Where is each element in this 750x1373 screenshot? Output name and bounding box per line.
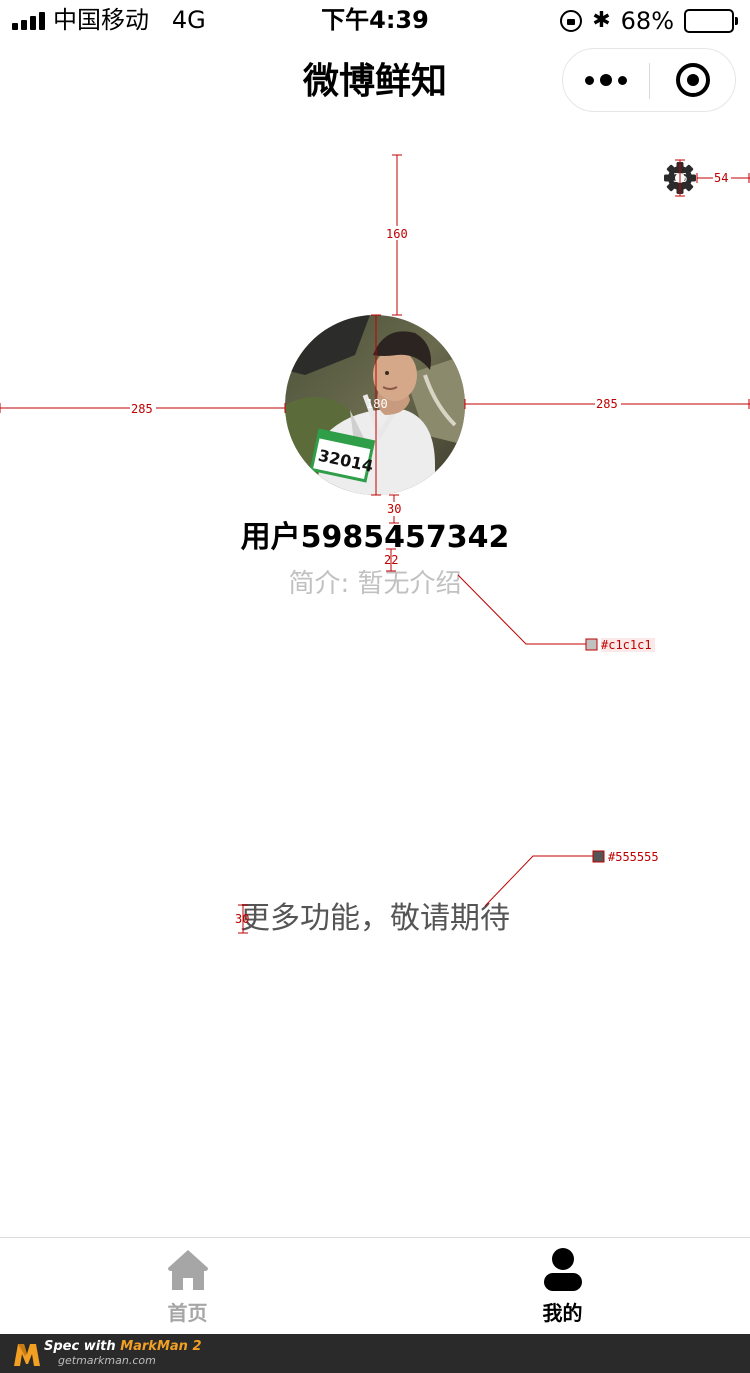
spec-label-160: 160	[386, 227, 408, 241]
spec-color-intro: #c1c1c1	[601, 638, 652, 652]
nav-bar: 微博鲜知	[0, 44, 750, 118]
status-right-group: ✱ 68%	[560, 6, 738, 36]
spec-label-30-gap: 30	[387, 502, 401, 516]
tab-mine[interactable]: 我的	[375, 1238, 750, 1335]
spec-label-285-left: 285	[131, 402, 153, 416]
markman-footer: Spec with MarkMan 2 getmarkman.com	[0, 1334, 750, 1373]
bluetooth-icon: ✱	[592, 8, 611, 33]
spec-color-more: #555555	[608, 850, 659, 864]
battery-icon	[684, 9, 738, 33]
rotation-lock-icon	[560, 10, 583, 32]
gear-icon[interactable]	[663, 161, 697, 195]
coming-soon-text: 更多功能，敬请期待	[240, 901, 510, 936]
spec-overlay: 160 180 285 285 30 22 36 54 #c1c1c1 #555…	[0, 154, 750, 934]
markman-logo	[14, 1344, 40, 1366]
spec-label-285-right: 285	[596, 397, 618, 411]
username: 用户5985457342	[240, 520, 510, 555]
user-icon	[543, 1248, 582, 1291]
footer-link[interactable]: getmarkman.com	[58, 1354, 156, 1368]
battery-percent: 68%	[620, 7, 674, 35]
close-miniprogram-icon[interactable]	[676, 63, 710, 97]
capsule-divider	[649, 63, 650, 99]
avatar[interactable]: 32014	[285, 315, 465, 495]
spec-label-54: 54	[714, 171, 728, 185]
tab-bar: 首页 我的	[0, 1237, 750, 1334]
status-bar: 中国移动 4G 下午4:39 ✱ 68%	[0, 0, 750, 40]
profile-intro: 简介: 暂无介绍	[288, 569, 462, 599]
tab-home-label: 首页	[167, 1301, 208, 1325]
more-icon[interactable]	[563, 49, 649, 111]
home-icon	[167, 1250, 208, 1290]
tab-mine-label: 我的	[542, 1301, 583, 1325]
footer-line1: Spec with MarkMan 2	[44, 1339, 202, 1354]
miniprogram-capsule	[562, 48, 736, 112]
tab-home[interactable]: 首页	[0, 1238, 375, 1335]
